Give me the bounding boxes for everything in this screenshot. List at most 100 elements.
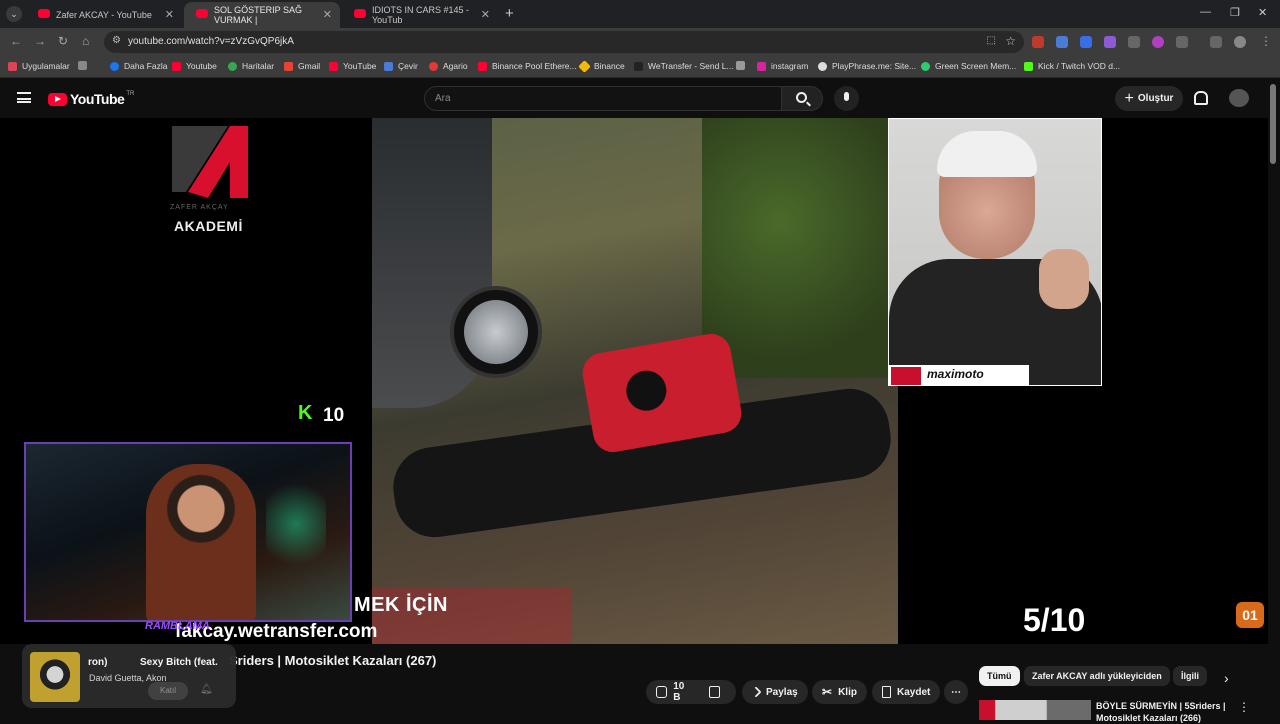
extension-audio-icon[interactable] [1080,36,1092,48]
bookmark-agario[interactable]: Agario [429,61,468,71]
gmail-icon [284,61,293,71]
presenter-hair [937,131,1037,177]
create-label: Oluştur [1137,93,1174,104]
extensions-puzzle-icon[interactable] [1176,36,1188,48]
forward-icon[interactable]: → [34,34,46,48]
search-placeholder: Ara [435,93,451,104]
chip-all[interactable]: Tümü [979,666,1020,686]
guide-menu-icon[interactable] [17,92,31,103]
youtube-icon [329,61,338,71]
search-input[interactable]: Ara [424,86,782,111]
save-button[interactable]: Kaydet [872,680,941,704]
tab-search-menu-button[interactable]: ⌄ [6,6,22,22]
subscribe-badge[interactable]: 01 [1236,602,1264,628]
close-tab-icon[interactable]: ✕ [481,8,490,21]
site-info-icon[interactable]: ⚙ [112,35,121,46]
restore-icon[interactable]: ❐ [1230,6,1240,19]
thumbs-down-icon[interactable] [708,686,720,698]
recommended-title[interactable]: BÖYLE SÜRMEYİN | 5Sriders | Motosiklet K… [1096,700,1226,724]
recommended-more-icon[interactable]: ⋮ [1238,700,1250,714]
now-playing-track: Sexy Bitch (feat. [140,657,218,668]
presenter-video: maximoto [888,118,1102,386]
album-cover [30,652,80,702]
join-button[interactable]: Katıl [148,682,188,700]
bookmark-haritalar[interactable]: Haritalar [228,61,274,71]
bookmark-youtube-2[interactable]: YouTube [329,61,376,71]
agario-icon [429,61,438,71]
close-tab-icon[interactable]: ✕ [165,8,174,21]
bookmark-daha-fazla[interactable]: Daha Fazla [110,61,167,71]
bookmark-instagram[interactable]: instagram [757,61,808,71]
bookmark-cevir[interactable]: Çevir [384,61,418,71]
close-tab-icon[interactable]: ✕ [323,8,332,21]
tab-sol-gosterip[interactable]: SOL GÖSTERIP SAĞ VURMAK | ✕ [184,2,340,28]
bookmark-playphrase[interactable]: PlayPhrase.me: Site... [818,61,916,71]
voice-search-mic-icon[interactable] [834,86,859,111]
extension-news-icon[interactable] [1032,36,1044,48]
video-player[interactable]: ZAFER AKÇAY AKADEMİ K 10 MEK İÇİN fakcay… [0,118,1268,644]
bush-area [702,118,898,378]
green-screen-icon [921,61,930,71]
notifications-bell-icon[interactable] [1193,90,1208,105]
page-scrollbar[interactable] [1270,84,1276,164]
bookmark-kick-twitch[interactable]: Kick / Twitch VOD d... [1024,61,1120,71]
browser-menu-icon[interactable]: ⋮ [1260,34,1272,48]
bookmark-grid[interactable] [78,61,92,70]
recommended-thumbnail[interactable] [979,700,1091,720]
lower-third-heading: MEK İÇİN [354,594,448,616]
chip-related[interactable]: İlgili [1173,666,1207,686]
chip-from-uploader[interactable]: Zafer AKCAY adlı yükleyiciden [1024,666,1170,686]
create-button[interactable]: + Oluştur [1115,86,1183,111]
bookmark-star-icon[interactable]: ☆ [1005,34,1016,48]
reload-icon[interactable]: ↻ [58,34,68,48]
more-actions-button[interactable]: ⋯ [944,680,968,704]
bookmark-wetransfer[interactable]: WeTransfer - Send L... [634,61,734,71]
like-dislike-group: 10 B [646,680,736,704]
tab-zafer-akcay[interactable]: Zafer AKCAY - YouTube ✕ [26,2,182,28]
bookmark-green-screen[interactable]: Green Screen Mem... [921,61,1016,71]
close-window-icon[interactable]: ✕ [1258,6,1267,19]
video-title: Sriders | Motosiklet Kazaları (267) [229,653,437,668]
install-icon[interactable]: ⬚ [987,35,996,46]
bookmark-binance-pool[interactable]: Binance Pool Ethere... [478,61,577,71]
binance-icon [578,59,591,73]
bookmark-gmail[interactable]: Gmail [284,61,320,71]
now-playing-popup[interactable]: ron) Sexy Bitch (feat. David Guetta, Ako… [22,644,236,708]
profile-avatar-icon[interactable] [1234,36,1246,48]
account-avatar[interactable] [1229,89,1249,107]
extension-grid-icon[interactable] [1128,36,1140,48]
like-count[interactable]: 10 B [673,681,693,703]
back-icon[interactable]: ← [10,34,22,48]
extension-b-icon[interactable] [1152,36,1164,48]
new-tab-button[interactable]: + [505,5,514,22]
home-icon[interactable]: ⌂ [82,34,89,48]
bookmark-youtube-1[interactable]: Youtube [172,61,217,71]
extension-translate-icon[interactable] [1056,36,1068,48]
address-bar[interactable]: ⚙ youtube.com/watch?v=zVzGvQP6jkA ⬚ ☆ [104,31,1024,53]
save-bookmark-icon [882,686,891,698]
clip-button[interactable]: ✂ Klip [812,680,867,704]
media-control-icon[interactable] [1210,36,1222,48]
youtube-logo[interactable]: YouTube TR [48,91,134,107]
bookmark-binance[interactable]: Binance [578,59,625,73]
share-label: Paylaş [766,686,798,698]
search-button[interactable] [781,86,823,111]
wetransfer-icon [634,61,643,71]
scissors-icon: ✂ [822,685,833,699]
translate-icon [384,61,393,71]
minimize-icon[interactable]: — [1200,6,1211,18]
tab-title: SOL GÖSTERIP SAĞ VURMAK | [214,5,303,25]
youtube-header: YouTube TR Ara + Oluştur [0,78,1280,118]
bookmark-apps[interactable]: Uygulamalar [8,61,70,71]
share-button[interactable]: Paylaş [742,680,808,704]
extension-pen-icon[interactable] [1104,36,1116,48]
rating-score: 5/10 [1023,602,1086,638]
bookmark-folder[interactable] [736,61,750,70]
bell-icon[interactable]: 🔔︎ [200,684,213,695]
tab-idiots-in-cars[interactable]: IDIOTS IN CARS #145 - YouTub ✕ [342,2,498,28]
academy-text: AKADEMİ [174,218,243,234]
bookmarks-bar: Uygulamalar Daha Fazla Youtube Haritalar… [0,56,1280,78]
chevron-right-icon[interactable]: › [1224,670,1229,686]
thumbs-up-icon[interactable] [656,686,668,698]
more-icon: ⋯ [951,686,961,698]
